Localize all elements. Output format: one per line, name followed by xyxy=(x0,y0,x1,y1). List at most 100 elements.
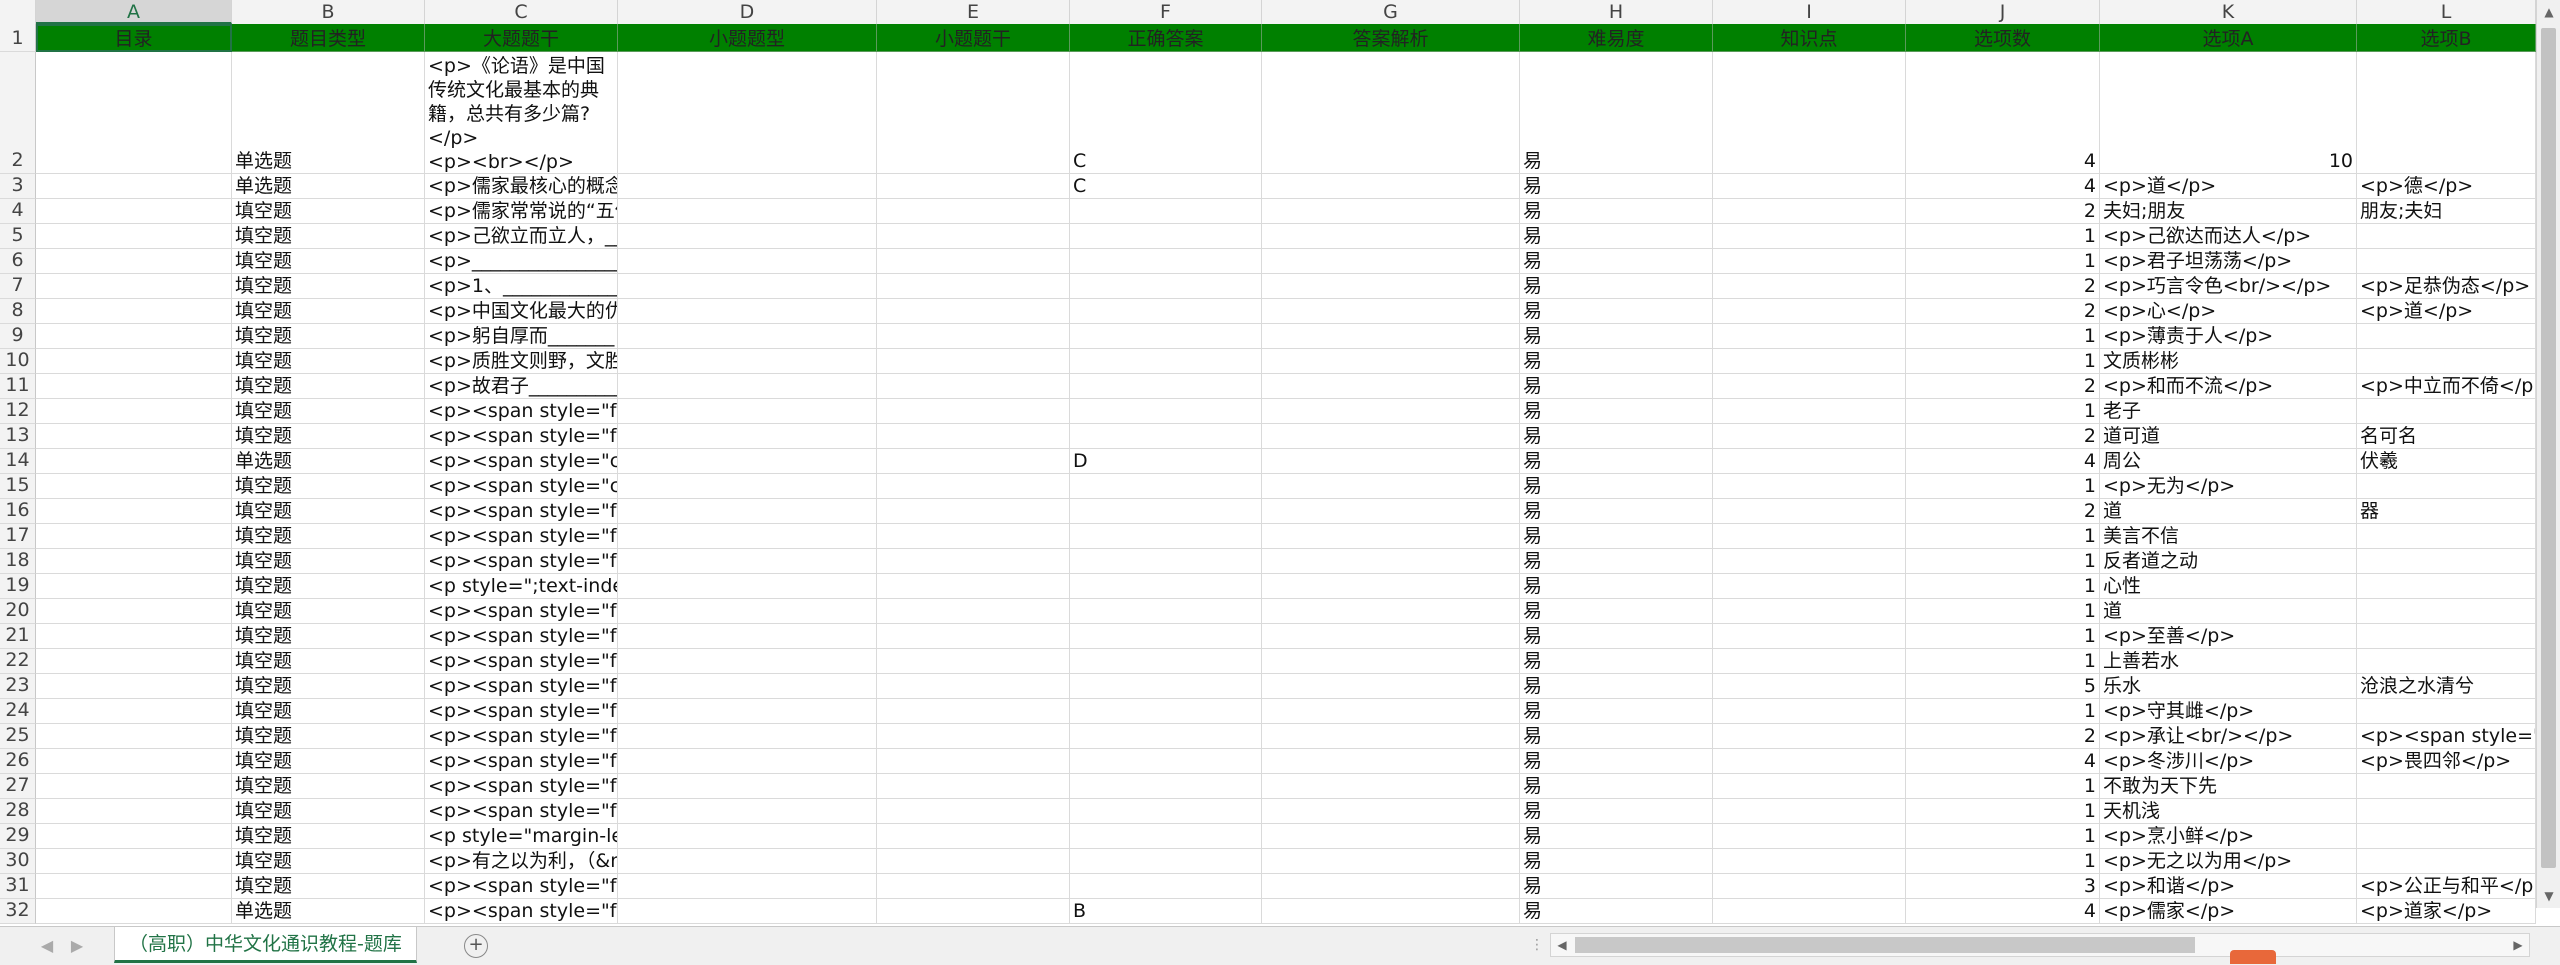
cell-b[interactable]: 填空题 xyxy=(232,499,425,524)
cell-l[interactable] xyxy=(2357,649,2536,674)
cell-f[interactable] xyxy=(1070,474,1262,499)
cell-f[interactable]: C xyxy=(1070,52,1262,174)
cell-f[interactable] xyxy=(1070,374,1262,399)
cell-g[interactable] xyxy=(1262,799,1520,824)
cell-d[interactable] xyxy=(618,649,877,674)
cell-f[interactable] xyxy=(1070,774,1262,799)
cell-h[interactable]: 易 xyxy=(1520,774,1713,799)
cell-a[interactable] xyxy=(36,674,232,699)
cell-h[interactable]: 易 xyxy=(1520,174,1713,199)
cell-k[interactable]: 心性 xyxy=(2100,574,2357,599)
cell-i[interactable] xyxy=(1713,699,1906,724)
cell-j[interactable]: 1 xyxy=(1906,549,2100,574)
cell-h[interactable]: 易 xyxy=(1520,299,1713,324)
cell-k[interactable]: <p>和谐</p> xyxy=(2100,874,2357,899)
cell-f[interactable] xyxy=(1070,249,1262,274)
cell-k[interactable]: <p>巧言令色<br/></p> xyxy=(2100,274,2357,299)
cell-g[interactable] xyxy=(1262,549,1520,574)
cell-f[interactable]: 正确答案 xyxy=(1070,24,1262,52)
cell-e[interactable] xyxy=(877,249,1070,274)
cell-k[interactable]: <p>烹小鲜</p> xyxy=(2100,824,2357,849)
cell-a[interactable] xyxy=(36,274,232,299)
scroll-right-icon[interactable]: ▶ xyxy=(2507,934,2529,956)
cell-l[interactable]: 器 xyxy=(2357,499,2536,524)
cell-h[interactable]: 易 xyxy=(1520,574,1713,599)
row-header-6[interactable]: 6 xyxy=(0,249,36,274)
column-header-k[interactable]: K xyxy=(2100,0,2357,24)
cell-g[interactable] xyxy=(1262,724,1520,749)
cell-e[interactable] xyxy=(877,649,1070,674)
cell-g[interactable] xyxy=(1262,474,1520,499)
cell-a[interactable] xyxy=(36,849,232,874)
cell-g[interactable] xyxy=(1262,499,1520,524)
cell-g[interactable] xyxy=(1262,249,1520,274)
cell-e[interactable] xyxy=(877,799,1070,824)
cell-g[interactable] xyxy=(1262,524,1520,549)
cell-b[interactable]: 填空题 xyxy=(232,199,425,224)
cell-l[interactable] xyxy=(2357,774,2536,799)
cell-l[interactable]: 名可名 xyxy=(2357,424,2536,449)
cell-g[interactable] xyxy=(1262,749,1520,774)
cell-l[interactable]: <p>道家</p> xyxy=(2357,899,2536,924)
row-header-24[interactable]: 24 xyxy=(0,699,36,724)
cell-d[interactable] xyxy=(618,474,877,499)
row-header-25[interactable]: 25 xyxy=(0,724,36,749)
cell-l[interactable]: <p>畏四邻</p> xyxy=(2357,749,2536,774)
cell-d[interactable] xyxy=(618,874,877,899)
cell-e[interactable] xyxy=(877,899,1070,924)
cell-h[interactable]: 易 xyxy=(1520,799,1713,824)
cell-c[interactable]: <p>儒家常常说的“五伦”是指：君臣、父子、（&nbsp; &nbsp; &nb… xyxy=(425,199,618,224)
cell-k[interactable]: <p>心</p> xyxy=(2100,299,2357,324)
cell-k[interactable]: 10 xyxy=(2100,52,2357,174)
cell-c[interactable]: <p><span style="font-family: 楷体; backgro… xyxy=(425,749,618,774)
cell-k[interactable]: 夫妇;朋友 xyxy=(2100,199,2357,224)
row-header-10[interactable]: 10 xyxy=(0,349,36,374)
cell-b[interactable]: 题目类型 xyxy=(232,24,425,52)
cell-k[interactable]: 老子 xyxy=(2100,399,2357,424)
cell-e[interactable] xyxy=(877,599,1070,624)
row-header-22[interactable]: 22 xyxy=(0,649,36,674)
cell-i[interactable] xyxy=(1713,374,1906,399)
row-header-11[interactable]: 11 xyxy=(0,374,36,399)
cell-g[interactable] xyxy=(1262,649,1520,674)
cell-e[interactable] xyxy=(877,674,1070,699)
cell-k[interactable]: <p>无为</p> xyxy=(2100,474,2357,499)
cell-g[interactable] xyxy=(1262,449,1520,474)
cell-d[interactable] xyxy=(618,374,877,399)
cell-b[interactable]: 单选题 xyxy=(232,52,425,174)
row-header-23[interactable]: 23 xyxy=(0,674,36,699)
cell-j[interactable]: 1 xyxy=(1906,574,2100,599)
cell-f[interactable] xyxy=(1070,324,1262,349)
cell-a[interactable] xyxy=(36,399,232,424)
row-header-31[interactable]: 31 xyxy=(0,874,36,899)
cell-a[interactable] xyxy=(36,449,232,474)
row-header-17[interactable]: 17 xyxy=(0,524,36,549)
cell-b[interactable]: 填空题 xyxy=(232,299,425,324)
cell-l[interactable] xyxy=(2357,524,2536,549)
cell-c[interactable]: <p>中国文化最大的优点是“向内使劲”。</p><p>儒释道三家共同的根底，中国… xyxy=(425,299,618,324)
cell-k[interactable]: 上善若水 xyxy=(2100,649,2357,674)
cell-k[interactable]: 文质彬彬 xyxy=(2100,349,2357,374)
cell-j[interactable]: 1 xyxy=(1906,649,2100,674)
column-header-h[interactable]: H xyxy=(1520,0,1713,24)
cell-i[interactable] xyxy=(1713,449,1906,474)
cell-a[interactable] xyxy=(36,52,232,174)
cell-f[interactable] xyxy=(1070,674,1262,699)
cell-b[interactable]: 填空题 xyxy=(232,474,425,499)
cell-g[interactable] xyxy=(1262,774,1520,799)
cell-c[interactable]: <p style="margin-left: 0;text-indent: 0;… xyxy=(425,824,618,849)
cell-d[interactable] xyxy=(618,824,877,849)
cell-a[interactable] xyxy=(36,824,232,849)
cell-b[interactable]: 填空题 xyxy=(232,574,425,599)
cell-d[interactable] xyxy=(618,449,877,474)
cell-g[interactable] xyxy=(1262,574,1520,599)
cell-c[interactable]: <p><span style="font-family: 宋体;font-siz… xyxy=(425,674,618,699)
cell-h[interactable]: 易 xyxy=(1520,399,1713,424)
cell-e[interactable] xyxy=(877,499,1070,524)
cell-g[interactable] xyxy=(1262,849,1520,874)
cell-b[interactable]: 填空题 xyxy=(232,649,425,674)
cell-f[interactable] xyxy=(1070,699,1262,724)
cell-k[interactable]: 周公 xyxy=(2100,449,2357,474)
column-header-f[interactable]: F xyxy=(1070,0,1262,24)
cell-l[interactable] xyxy=(2357,324,2536,349)
